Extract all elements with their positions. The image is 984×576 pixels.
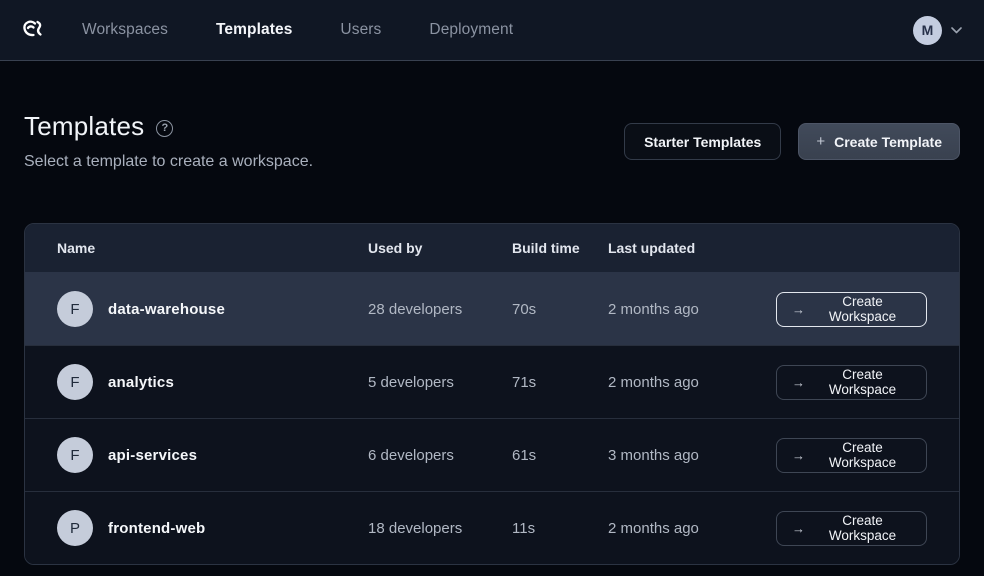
last-updated-cell: 2 months ago: [608, 520, 776, 537]
column-header-used-by: Used by: [368, 240, 512, 256]
table-row[interactable]: F api-services 6 developers 61s 3 months…: [25, 418, 959, 491]
nav-item-workspaces[interactable]: Workspaces: [82, 21, 168, 39]
create-workspace-button[interactable]: → Create Workspace: [776, 292, 927, 327]
title-block: Templates ? Select a template to create …: [24, 111, 313, 171]
template-name: data-warehouse: [108, 301, 225, 318]
used-by-cell: 18 developers: [368, 520, 512, 537]
used-by-cell: 28 developers: [368, 301, 512, 318]
create-workspace-label: Create Workspace: [814, 513, 911, 543]
table-row[interactable]: P frontend-web 18 developers 11s 2 month…: [25, 491, 959, 564]
column-header-name: Name: [57, 240, 368, 256]
page-header: Templates ? Select a template to create …: [24, 111, 960, 171]
table-body: F data-warehouse 28 developers 70s 2 mon…: [25, 272, 959, 564]
create-template-button[interactable]: + Create Template: [798, 123, 960, 160]
template-avatar: P: [57, 510, 93, 546]
create-workspace-label: Create Workspace: [814, 294, 911, 324]
template-name-cell: P frontend-web: [57, 510, 368, 546]
help-icon[interactable]: ?: [156, 120, 173, 137]
create-workspace-button[interactable]: → Create Workspace: [776, 511, 927, 546]
build-time-cell: 70s: [512, 301, 608, 318]
arrow-right-icon: →: [792, 302, 805, 317]
coder-logo-icon[interactable]: [16, 15, 46, 45]
used-by-cell: 5 developers: [368, 374, 512, 391]
last-updated-cell: 2 months ago: [608, 374, 776, 391]
template-avatar: F: [57, 364, 93, 400]
last-updated-cell: 3 months ago: [608, 447, 776, 464]
create-workspace-button[interactable]: → Create Workspace: [776, 438, 927, 473]
create-template-label: Create Template: [834, 134, 942, 150]
page-subtitle: Select a template to create a workspace.: [24, 153, 313, 171]
arrow-right-icon: →: [792, 448, 805, 463]
templates-table: Name Used by Build time Last updated F d…: [24, 223, 960, 565]
arrow-right-icon: →: [792, 521, 805, 536]
table-header: Name Used by Build time Last updated: [25, 224, 959, 272]
table-row[interactable]: F data-warehouse 28 developers 70s 2 mon…: [25, 272, 959, 345]
header-actions: Starter Templates + Create Template: [624, 123, 960, 160]
user-menu[interactable]: M: [913, 16, 962, 45]
last-updated-cell: 2 months ago: [608, 301, 776, 318]
page-title: Templates: [24, 111, 144, 142]
table-row[interactable]: F analytics 5 developers 71s 2 months ag…: [25, 345, 959, 418]
template-name: analytics: [108, 374, 174, 391]
create-workspace-button[interactable]: → Create Workspace: [776, 365, 927, 400]
user-avatar[interactable]: M: [913, 16, 942, 45]
template-avatar: F: [57, 437, 93, 473]
main-content: Templates ? Select a template to create …: [0, 111, 984, 565]
build-time-cell: 71s: [512, 374, 608, 391]
template-name: api-services: [108, 447, 197, 464]
starter-templates-button[interactable]: Starter Templates: [624, 123, 781, 160]
template-avatar: F: [57, 291, 93, 327]
plus-icon: +: [816, 133, 825, 150]
nav-item-templates[interactable]: Templates: [216, 21, 292, 39]
arrow-right-icon: →: [792, 375, 805, 390]
nav-item-deployment[interactable]: Deployment: [429, 21, 513, 39]
template-name-cell: F analytics: [57, 364, 368, 400]
create-workspace-label: Create Workspace: [814, 440, 911, 470]
create-workspace-label: Create Workspace: [814, 367, 911, 397]
template-name-cell: F api-services: [57, 437, 368, 473]
template-name-cell: F data-warehouse: [57, 291, 368, 327]
top-navigation: Workspaces Templates Users Deployment M: [0, 0, 984, 61]
chevron-down-icon: [951, 21, 962, 39]
used-by-cell: 6 developers: [368, 447, 512, 464]
column-header-build-time: Build time: [512, 240, 608, 256]
nav-links: Workspaces Templates Users Deployment: [82, 21, 513, 39]
build-time-cell: 61s: [512, 447, 608, 464]
build-time-cell: 11s: [512, 520, 608, 537]
column-header-last-updated: Last updated: [608, 240, 776, 256]
template-name: frontend-web: [108, 520, 205, 537]
nav-item-users[interactable]: Users: [340, 21, 381, 39]
